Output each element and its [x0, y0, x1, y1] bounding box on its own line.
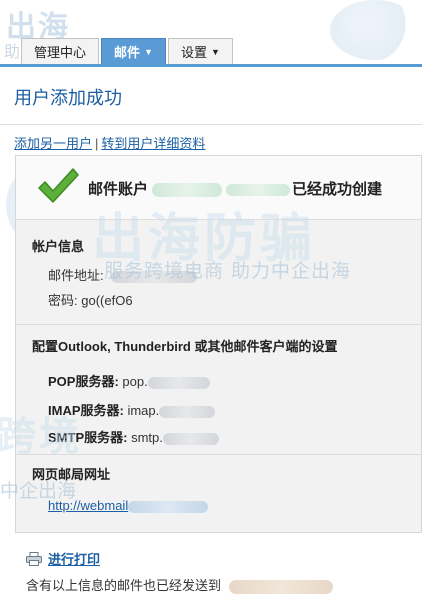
action-links: 添加另一用户 | 转到用户详细资料: [14, 133, 205, 152]
link-separator: |: [95, 136, 99, 151]
watermark-globe-top: [330, 0, 420, 60]
tab-label: 邮件: [114, 45, 141, 60]
pop-value: pop.: [122, 374, 148, 389]
smtp-value: smtp.: [131, 430, 163, 445]
webmail-url-row: http://webmail: [48, 498, 209, 513]
redacted-imap-host: [159, 405, 216, 418]
footer-message: 含有以上信息的邮件也已经发送到: [26, 578, 222, 593]
tab-label: 设置: [180, 45, 207, 60]
account-info-title: 帐户信息: [32, 239, 85, 254]
checkmark-icon: [38, 168, 79, 203]
success-banner: 邮件账户 已经成功创建: [16, 156, 421, 220]
redacted-smtp-host: [162, 432, 219, 445]
email-label: 邮件地址:: [48, 268, 104, 283]
imap-value: imap.: [127, 403, 160, 418]
smtp-server-row: SMTP服务器: smtp.: [48, 427, 219, 446]
footer-note: 含有以上信息的邮件也已经发送到: [26, 575, 333, 594]
tab-label: 管理中心: [34, 45, 87, 60]
main-nav: 管理中心 邮件 ▼ 设置 ▼: [21, 38, 233, 64]
add-another-user-link[interactable]: 添加另一用户: [14, 136, 92, 151]
success-message: 邮件账户 已经成功创建: [88, 178, 382, 199]
divider: [16, 454, 421, 455]
goto-user-details-link[interactable]: 转到用户详细资料: [101, 136, 205, 151]
print-link[interactable]: 进行打印: [26, 549, 100, 568]
tab-admin-center[interactable]: 管理中心: [21, 38, 100, 64]
divider: [16, 324, 421, 325]
print-label: 进行打印: [48, 552, 101, 567]
pop-server-row: POP服务器: pop.: [48, 371, 210, 390]
redacted-account: [152, 183, 223, 198]
redacted-email: [111, 270, 198, 283]
tab-mail[interactable]: 邮件 ▼: [101, 38, 166, 64]
imap-label: IMAP服务器:: [48, 403, 124, 418]
redacted-pop-host: [147, 376, 210, 389]
password-label: 密码:: [48, 293, 78, 308]
success-suffix: 已经成功创建: [292, 181, 383, 198]
page-title: 用户添加成功: [14, 88, 122, 108]
chevron-down-icon: ▼: [210, 46, 220, 57]
success-prefix: 邮件账户: [88, 181, 149, 198]
redacted-account-domain: [226, 184, 291, 197]
pop-label: POP服务器:: [48, 374, 119, 389]
result-panel: 邮件账户 已经成功创建 帐户信息 邮件地址: 密码: go((efO6 配置Out…: [15, 155, 422, 533]
webmail-title: 网页邮局网址: [32, 467, 111, 482]
divider: [0, 124, 422, 125]
password-value: go((efO6: [81, 293, 133, 308]
imap-server-row: IMAP服务器: imap.: [48, 400, 216, 419]
chevron-down-icon: ▼: [144, 46, 153, 57]
webmail-link[interactable]: http://webmail: [48, 498, 128, 513]
redacted-webmail-host: [128, 500, 209, 513]
nav-underline: [0, 64, 422, 67]
redacted-recipient: [228, 579, 333, 594]
client-settings-title: 配置Outlook, Thunderbird 或其他邮件客户端的设置: [32, 339, 338, 354]
tab-settings[interactable]: 设置 ▼: [167, 38, 233, 64]
smtp-label: SMTP服务器:: [48, 430, 128, 445]
printer-icon: [26, 551, 42, 566]
password-row: 密码: go((efO6: [48, 290, 133, 309]
email-address-row: 邮件地址:: [48, 265, 198, 284]
